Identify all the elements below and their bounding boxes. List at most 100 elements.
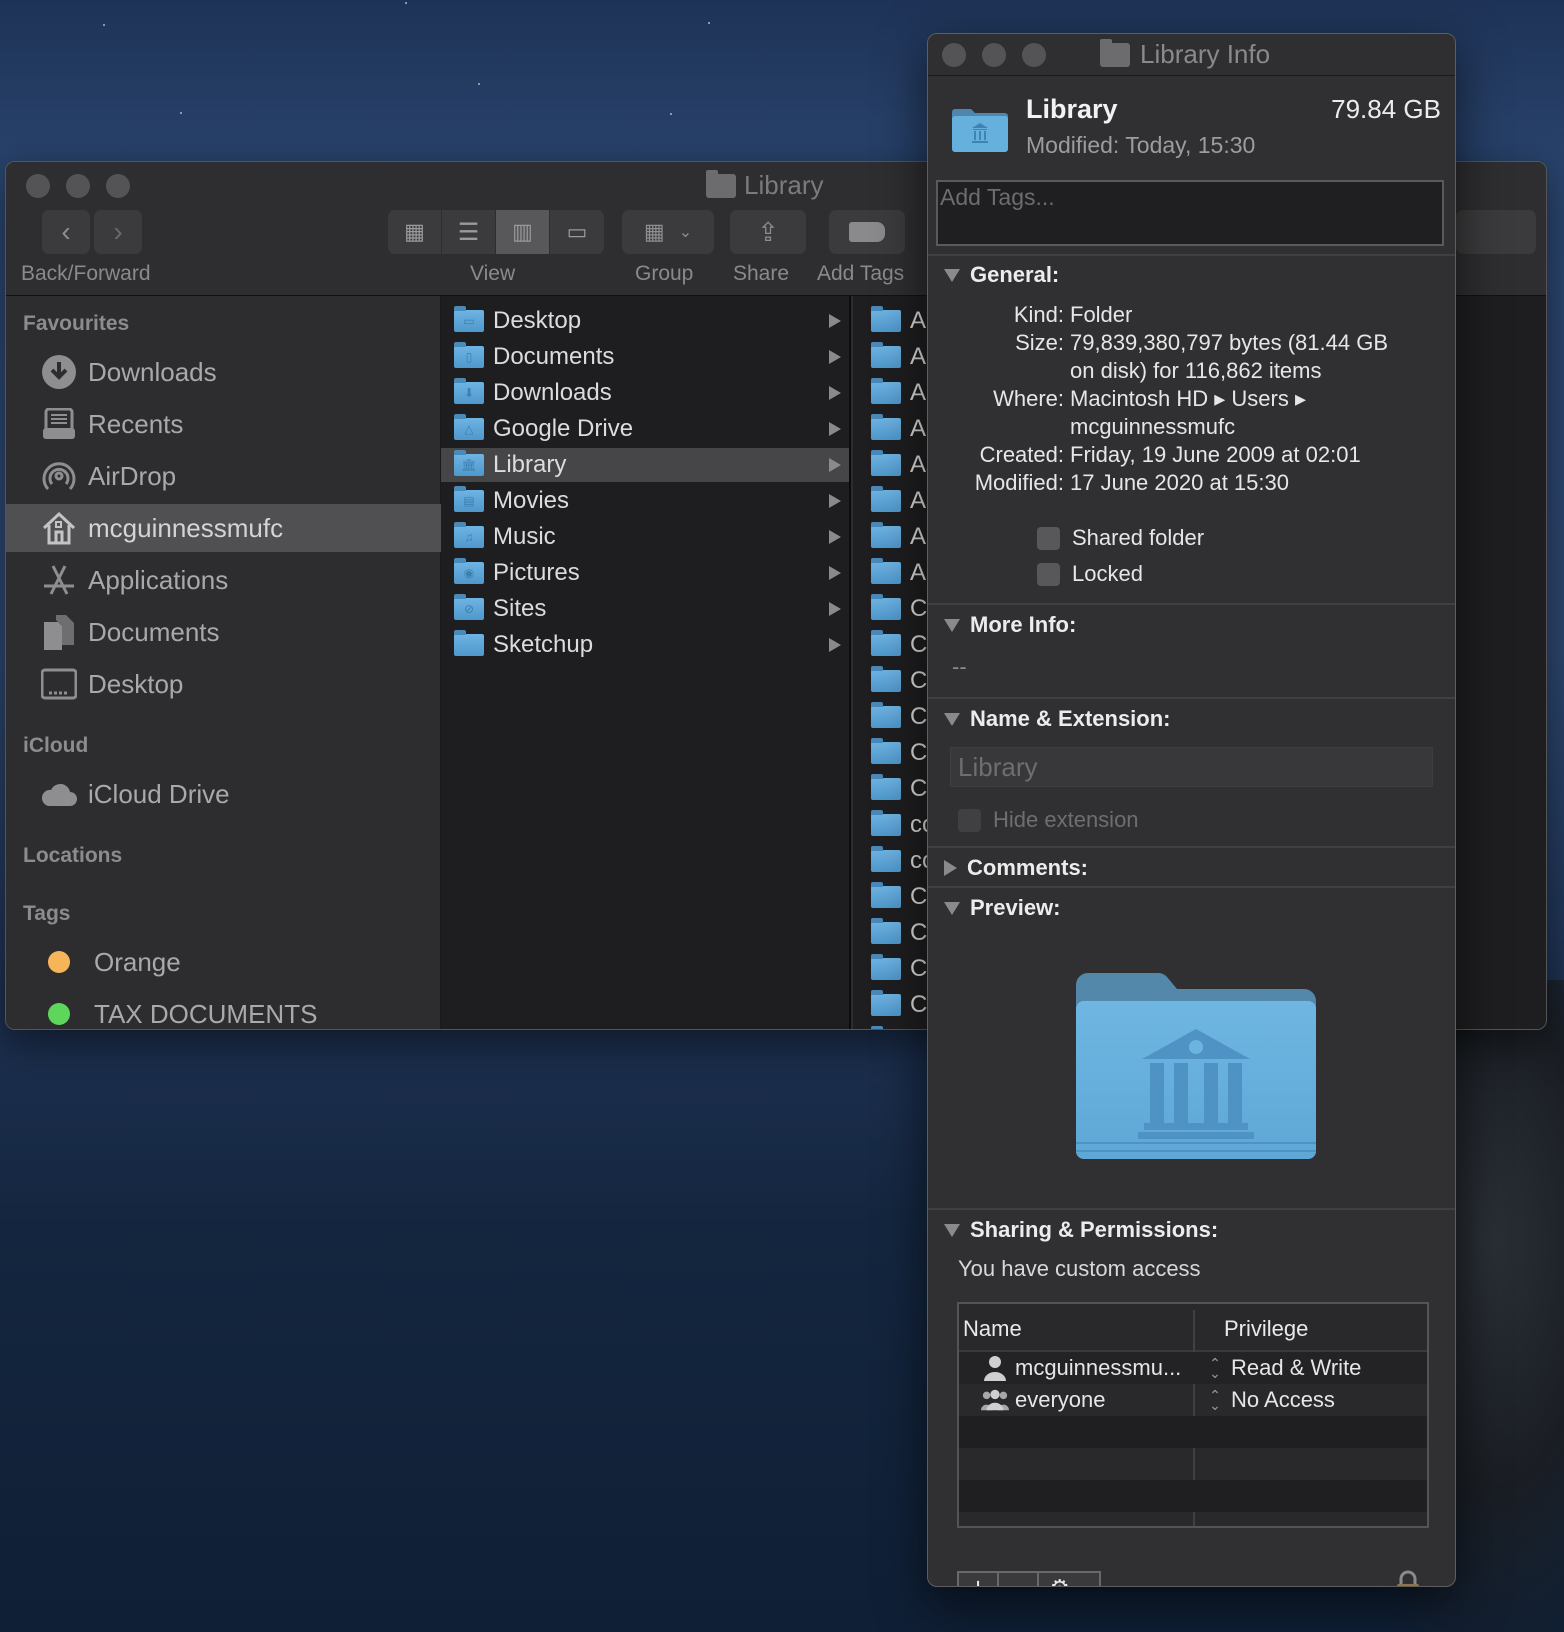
column-row[interactable]: ♫ Music [441,520,849,554]
sidebar-item-icloud-drive[interactable]: iCloud Drive [6,770,441,818]
window-controls [942,43,1046,67]
sidebar-item-downloads[interactable]: Downloads [6,348,441,396]
close-button[interactable] [942,43,966,67]
zoom-button[interactable] [1022,43,1046,67]
add-user-button[interactable]: + [959,1572,999,1586]
row-label: Sites [493,595,547,622]
hide-extension-checkbox[interactable]: Hide extension [958,807,1139,833]
disclosure-arrow-icon [829,386,841,400]
row-label: Movies [493,487,570,514]
column-row[interactable]: 🏛 Library [441,448,849,482]
folder-icon [871,738,901,764]
checkbox-box[interactable] [1037,526,1060,550]
icon-view-button[interactable]: ▦ [388,210,442,254]
checkbox-box[interactable] [958,808,981,832]
name-input[interactable]: Library [950,747,1433,787]
sidebar-item-recents[interactable]: Recents [6,400,441,448]
column-row[interactable]: Sketchup [441,628,849,662]
folder-icon: ▤ [454,486,484,512]
column-row[interactable]: ▭ Desktop [441,304,849,338]
column-header-name[interactable]: Name [963,1316,1022,1342]
sidebar-item-desktop[interactable]: Desktop [6,660,441,708]
list-icon: ☰ [457,218,480,246]
sharing-permissions-section-toggle[interactable]: Sharing & Permissions: [944,1217,1218,1243]
zoom-button[interactable] [106,174,130,198]
chevron-right-icon: › [113,216,123,247]
more-info-section-toggle[interactable]: More Info: [944,612,1076,638]
share-label: Share [733,262,790,285]
column-row[interactable]: ◉ Pictures [441,556,849,590]
permission-row[interactable]: mcguinnessmu... ⌃ ⌄ Read & Write [959,1352,1427,1384]
sidebar-item-applications[interactable]: Applications [6,556,441,604]
sidebar-item-documents[interactable]: Documents [6,608,441,656]
preview-section-toggle[interactable]: Preview: [944,895,1061,921]
close-button[interactable] [26,174,50,198]
column-row[interactable]: ▤ Movies [441,484,849,518]
folder-icon [871,342,901,368]
folder-icon [871,846,901,872]
back-button[interactable]: ‹ [42,210,90,254]
section-heading: Sharing & Permissions: [970,1217,1219,1242]
privilege-stepper-icon[interactable]: ⌃ ⌄ [1207,1356,1223,1380]
group-label: Group [635,262,694,285]
section-divider [928,886,1455,888]
add-tags-input[interactable]: Add Tags... [936,180,1444,246]
sidebar-item-tag-orange[interactable]: Orange [6,938,441,986]
shared-folder-checkbox[interactable]: Shared folder [1037,525,1204,551]
disclosure-arrow-icon [829,458,841,472]
column-header-privilege[interactable]: Privilege [1224,1316,1308,1342]
share-button[interactable]: ⇪ [730,210,806,254]
checkbox-box[interactable] [1037,562,1060,586]
folder-icon [871,918,901,944]
sidebar-heading-icloud: iCloud [23,734,89,757]
disclosure-right-icon [944,860,957,876]
remove-user-button[interactable]: — [999,1573,1039,1586]
disclosure-down-icon [944,268,960,282]
action-menu-button[interactable]: ⚙⌄ [1039,1573,1099,1586]
sidebar-item-label: mcguinnessmufc [88,512,284,543]
comments-section-toggle[interactable]: Comments: [944,855,1088,881]
privilege-popup[interactable]: Read & Write [1231,1355,1361,1381]
column-row[interactable]: ⊘ Sites [441,592,849,626]
library-folder-preview-icon [1076,972,1316,1159]
column-row[interactable]: ▯ Documents [441,340,849,374]
info-key: Where: [993,386,1064,411]
group-button[interactable]: ▦ ⌄ [622,210,714,254]
columns-icon: ▥ [512,219,533,244]
minimize-button[interactable] [982,43,1006,67]
search-field[interactable] [1456,210,1536,254]
disclosure-down-icon [944,712,960,726]
sidebar-item-tag-tax-documents[interactable]: TAX DOCUMENTS [6,990,441,1029]
sidebar-item-airdrop[interactable]: AirDrop [6,452,441,500]
folder-icon: △ [454,414,484,440]
column-row[interactable]: △ Google Drive [441,412,849,446]
library-folder-icon [706,169,736,198]
folder-icon [871,558,901,584]
desktop-icon [40,665,78,703]
minimize-button[interactable] [66,174,90,198]
item-modified-summary: Modified: Today, 15:30 [1026,132,1256,158]
disclosure-arrow-icon [829,350,841,364]
info-window-title: Library Info [1100,38,1270,70]
folder-icon [871,954,901,980]
general-section-toggle[interactable]: General: [944,262,1059,288]
locked-checkbox[interactable]: Locked [1037,561,1143,587]
permission-row[interactable]: everyone ⌃ ⌄ No Access [959,1384,1427,1416]
privilege-stepper-icon[interactable]: ⌃ ⌄ [1207,1388,1223,1412]
column-view-button[interactable]: ▥ [496,210,550,254]
folder-icon: ⬇ [454,378,484,404]
folder-glyph-icon: △ [464,422,474,436]
name-extension-section-toggle[interactable]: Name & Extension: [944,706,1171,732]
privilege-popup[interactable]: No Access [1231,1387,1335,1413]
gallery-view-button[interactable]: ▭ [550,210,604,254]
list-view-button[interactable]: ☰ [442,210,496,254]
sidebar-item-home[interactable]: mcguinnessmufc [6,504,441,552]
forward-button[interactable]: › [94,210,142,254]
column-row[interactable]: ⬇ Downloads [441,376,849,410]
folder-icon [871,522,901,548]
window-controls [26,174,130,198]
folder-icon [871,810,901,836]
lock-icon[interactable] [1396,1570,1420,1587]
row-label: Music [493,523,556,550]
add-tags-button[interactable] [829,210,905,254]
